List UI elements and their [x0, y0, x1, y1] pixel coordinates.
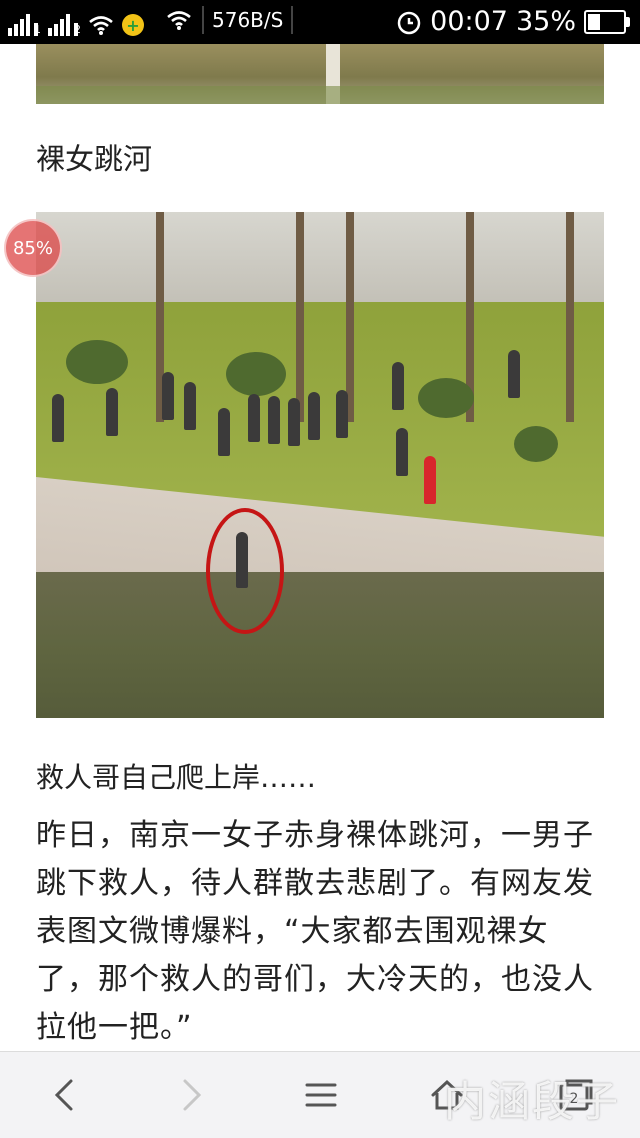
- menu-icon: [305, 1083, 337, 1107]
- browser-bottom-bar: 2 内涵段子: [0, 1051, 640, 1138]
- battery-percent: 35%: [515, 6, 576, 37]
- signal-2-label: 2: [74, 23, 81, 36]
- photo-person: [162, 372, 174, 420]
- photo-person: [248, 394, 260, 442]
- status-bar: 1 2 + 576B/S 00:07 35%: [0, 0, 640, 44]
- wifi-icon: [167, 11, 191, 30]
- photo-person: [336, 390, 348, 438]
- article-photo[interactable]: [36, 212, 604, 718]
- battery-fill: [588, 13, 600, 30]
- zoom-badge[interactable]: 85%: [4, 219, 62, 277]
- photo-person: [424, 456, 436, 504]
- article-text: 昨日，南京一女子赤身裸体跳河，一男子跳下救人，待人群散去悲剧了。有网友发表图文微…: [36, 818, 594, 1045]
- photo-person: [508, 350, 520, 398]
- photo-bush: [514, 426, 558, 462]
- network-speed: 576B/S: [202, 6, 294, 34]
- photo-bush: [226, 352, 286, 396]
- top-photo: [36, 44, 604, 104]
- watermark: 内涵段子: [443, 1077, 620, 1126]
- photo-tree: [566, 212, 574, 422]
- signal-icon: 1: [8, 12, 41, 36]
- alarm-icon: [397, 11, 421, 34]
- photo-bush: [418, 378, 474, 418]
- signal-icon: 2: [48, 12, 81, 36]
- photo-person: [106, 388, 118, 436]
- photo-tree: [296, 212, 304, 422]
- status-mid: 576B/S: [166, 6, 294, 34]
- photo-water: [36, 572, 604, 718]
- signal-1-label: 1: [34, 23, 41, 36]
- app-icon: +: [122, 14, 144, 36]
- wifi-icon: [89, 16, 113, 35]
- article-caption-photo: 救人哥自己爬上岸……: [36, 761, 317, 794]
- status-right: 00:07 35%: [396, 6, 630, 37]
- forward-arrow-icon: [183, 1079, 202, 1111]
- photo-person: [184, 382, 196, 430]
- highlight-circle: [206, 508, 284, 634]
- status-left: 1 2 +: [8, 8, 144, 36]
- battery-icon: [584, 9, 630, 34]
- photo-person: [288, 398, 300, 446]
- photo-person: [308, 392, 320, 440]
- photo-bush: [66, 340, 128, 384]
- photo-tree: [346, 212, 354, 422]
- back-arrow-icon: [54, 1079, 73, 1111]
- photo-person: [392, 362, 404, 410]
- photo-person: [268, 396, 280, 444]
- photo-person: [52, 394, 64, 442]
- clock-time: 00:07: [430, 6, 508, 37]
- forward-button[interactable]: [168, 1072, 214, 1118]
- photo-person: [396, 428, 408, 476]
- photo-person: [218, 408, 230, 456]
- photo-detail: [36, 86, 604, 104]
- menu-button[interactable]: [298, 1072, 344, 1118]
- article-caption-top: 裸女跳河: [36, 142, 153, 176]
- back-button[interactable]: [42, 1072, 88, 1118]
